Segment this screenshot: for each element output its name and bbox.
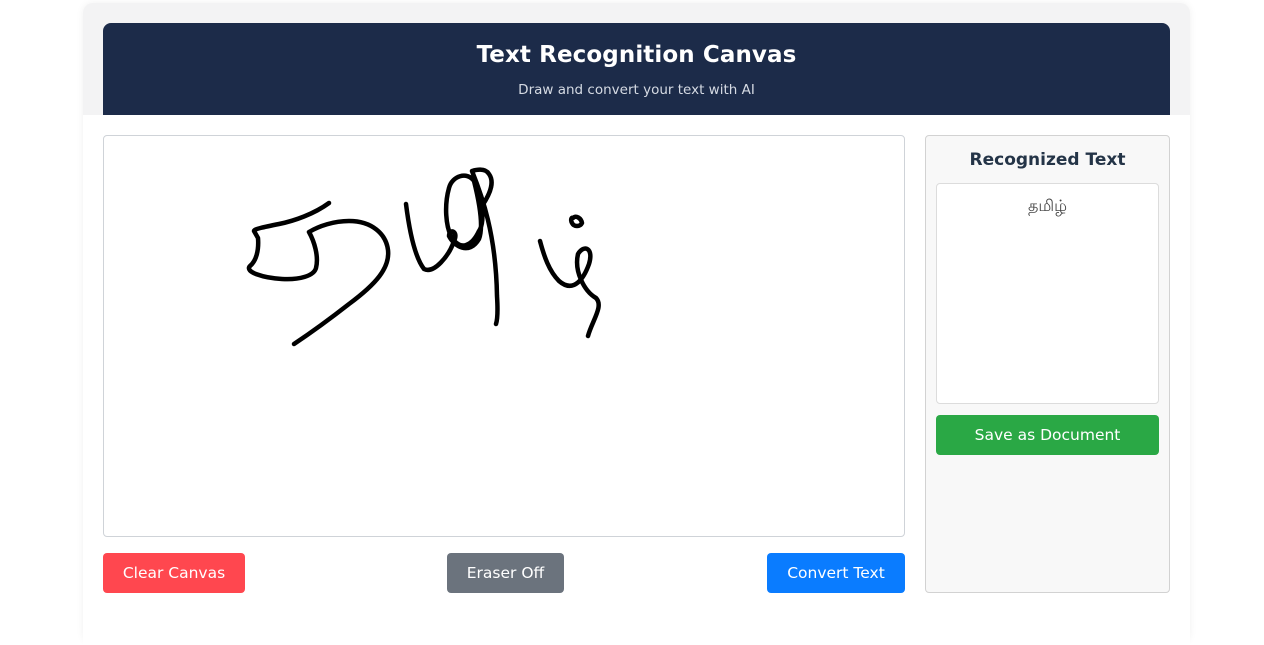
header: Text Recognition Canvas Draw and convert… (103, 23, 1170, 115)
drawing-canvas[interactable] (103, 135, 905, 537)
save-document-button[interactable]: Save as Document (936, 415, 1159, 455)
recognized-text-output[interactable]: தமிழ் (936, 183, 1159, 404)
clear-canvas-button[interactable]: Clear Canvas (103, 553, 245, 593)
main-area: Clear Canvas Eraser Off Convert Text Rec… (83, 115, 1190, 645)
handwriting-strokes (246, 167, 601, 347)
recognized-text-panel: Recognized Text தமிழ் Save as Document (925, 135, 1170, 593)
recognized-text-value: தமிழ் (1027, 196, 1068, 215)
recognized-text-heading: Recognized Text (969, 150, 1126, 170)
stroke-letter-ta (246, 200, 391, 347)
app-container: Text Recognition Canvas Draw and convert… (83, 3, 1190, 645)
eraser-toggle-button[interactable]: Eraser Off (447, 553, 564, 593)
convert-text-button[interactable]: Convert Text (767, 553, 905, 593)
stroke-dot (568, 214, 585, 229)
stroke-letter-zha (537, 238, 601, 339)
stroke-letter-ma (403, 167, 500, 327)
page-title: Text Recognition Canvas (476, 42, 797, 68)
page-subtitle: Draw and convert your text with AI (518, 82, 755, 98)
